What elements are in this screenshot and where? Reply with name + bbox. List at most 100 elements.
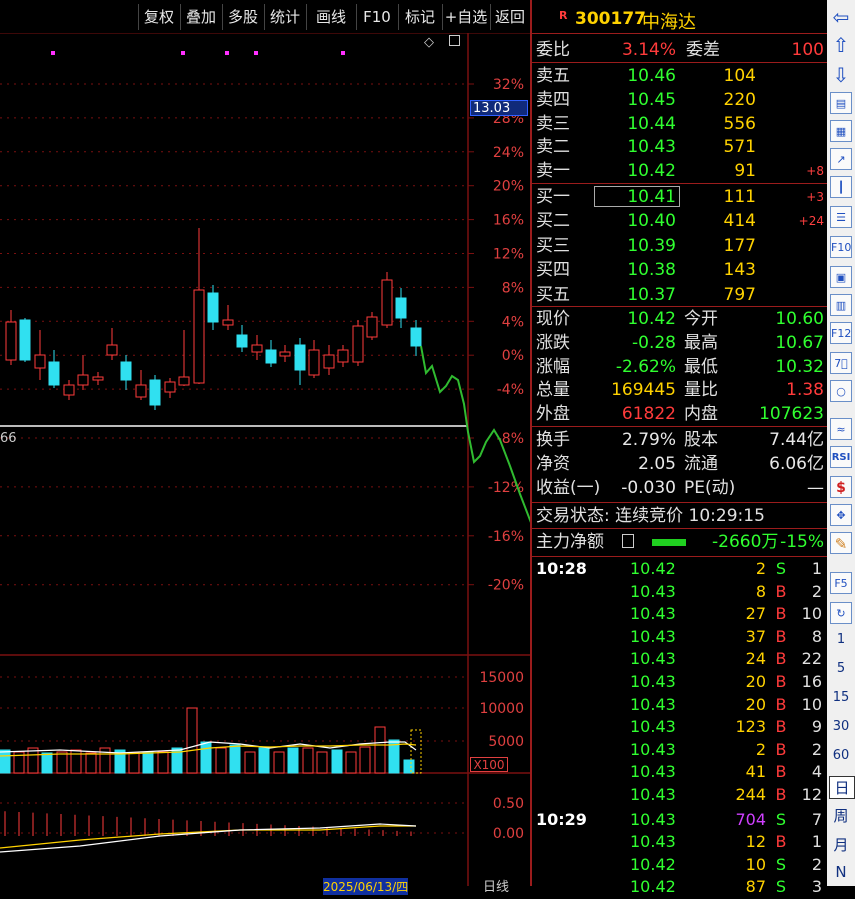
rsi-icon[interactable]: RSI bbox=[830, 446, 852, 468]
weicha-value: 100 bbox=[791, 40, 824, 60]
add-favorite-button[interactable]: +自选 bbox=[442, 4, 489, 30]
tick-count: 9 bbox=[811, 717, 822, 737]
tick-row: 10.43 41 B 4 bbox=[536, 761, 826, 784]
ask-row[interactable]: 卖四 10.45 220 bbox=[536, 88, 826, 112]
info-label: 换手 bbox=[536, 430, 570, 450]
arrow-up-icon[interactable]: ⇧ bbox=[830, 34, 852, 56]
r-badge: R bbox=[559, 9, 568, 22]
stat-label-2: 最高 bbox=[684, 332, 718, 353]
candle-icon[interactable]: ┃ bbox=[830, 176, 852, 198]
tick-count: 2 bbox=[811, 581, 822, 601]
tick-direction: B bbox=[775, 604, 787, 624]
bid-row[interactable]: 买二 10.40 414 +24 bbox=[536, 209, 826, 233]
dollar-icon[interactable]: $ bbox=[830, 476, 852, 498]
ask-row[interactable]: 卖五 10.46 104 bbox=[536, 64, 826, 88]
pencil-icon[interactable]: ✎ bbox=[830, 532, 852, 554]
candle-body bbox=[5, 321, 17, 361]
period-1[interactable]: 5 bbox=[827, 661, 855, 676]
bid-row-price: 10.37 bbox=[627, 284, 676, 305]
candle-body bbox=[265, 349, 277, 364]
news-icon[interactable]: ▣ bbox=[830, 266, 852, 288]
macd-axis-label: 0.50 bbox=[493, 796, 524, 812]
period-2[interactable]: 15 bbox=[827, 690, 855, 705]
axis-pct-label: 24% bbox=[493, 145, 524, 161]
stock-code: 300177 bbox=[575, 9, 646, 29]
bid-row[interactable]: 买五 10.37 797 bbox=[536, 283, 826, 307]
tick-row: 10.43 24 B 22 bbox=[536, 648, 826, 671]
bid-row[interactable]: 买一 10.41 111 +3 bbox=[536, 185, 826, 209]
f10-alt-icon[interactable]: 7⃝ bbox=[830, 352, 852, 374]
statistics-button[interactable]: 统计 bbox=[264, 4, 305, 30]
period-3[interactable]: 30 bbox=[827, 719, 855, 734]
period-5[interactable]: 日 bbox=[829, 776, 855, 799]
diamond-icon[interactable]: ◇ bbox=[424, 35, 434, 50]
mark-button[interactable]: 标记 bbox=[398, 4, 441, 30]
main-force-detail-icon[interactable] bbox=[622, 534, 634, 548]
bid-row-price: 10.41 bbox=[627, 187, 676, 207]
info-label-2: 流通 bbox=[684, 454, 718, 474]
tick-volume: 704 bbox=[735, 809, 766, 829]
bid-row-volume: 177 bbox=[723, 235, 756, 256]
ask-row[interactable]: 卖一 10.42 91 +8 bbox=[536, 159, 826, 183]
period-8[interactable]: N bbox=[827, 863, 855, 881]
candle-body bbox=[236, 334, 248, 348]
overlay-button[interactable]: 叠加 bbox=[180, 4, 221, 30]
tick-direction: S bbox=[775, 877, 787, 897]
book-icon[interactable]: ▥ bbox=[830, 294, 852, 316]
f10-button[interactable]: F10 bbox=[356, 4, 397, 30]
stat-value: 169445 bbox=[611, 380, 676, 401]
draw-line-button[interactable]: 画线 bbox=[306, 4, 355, 30]
ask-row[interactable]: 卖二 10.43 571 bbox=[536, 135, 826, 159]
tick-volume: 37 bbox=[745, 626, 766, 646]
info-label-2: PE(动) bbox=[684, 478, 736, 498]
period-6[interactable]: 周 bbox=[827, 805, 855, 826]
circle-icon[interactable]: ○ bbox=[830, 380, 852, 402]
quote-list-icon[interactable]: ▤ bbox=[830, 92, 852, 114]
fuquan-button[interactable]: 复权 bbox=[138, 4, 179, 30]
f12-icon[interactable]: F12 bbox=[830, 322, 852, 344]
candle-body bbox=[410, 327, 422, 347]
ask-row-price: 10.45 bbox=[627, 89, 676, 110]
candle-body bbox=[19, 319, 31, 361]
ask-row-price: 10.46 bbox=[627, 66, 676, 86]
multi-stock-button[interactable]: 多股 bbox=[222, 4, 263, 30]
refresh-icon[interactable]: ↻ bbox=[830, 602, 852, 624]
bid-row[interactable]: 买三 10.39 177 bbox=[536, 234, 826, 258]
period-4[interactable]: 60 bbox=[827, 748, 855, 763]
window-toggle-icon[interactable] bbox=[449, 35, 460, 46]
bid-row[interactable]: 买四 10.38 143 bbox=[536, 258, 826, 282]
ask-row-volume: 556 bbox=[723, 113, 756, 134]
info-row: 换手 2.79% 股本 7.44亿 bbox=[536, 428, 826, 452]
signal-marker bbox=[341, 51, 345, 55]
ask-row[interactable]: 卖三 10.44 556 bbox=[536, 112, 826, 136]
tick-direction: B bbox=[775, 672, 787, 691]
tick-count: 1 bbox=[811, 832, 822, 852]
bid-row-volume: 797 bbox=[723, 284, 756, 305]
bid-row-volume: 111 bbox=[723, 187, 756, 207]
candle-body bbox=[323, 354, 335, 369]
candle-body bbox=[106, 344, 118, 356]
period-0[interactable]: 1 bbox=[827, 632, 855, 647]
period-7[interactable]: 月 bbox=[827, 834, 855, 855]
volume-bar bbox=[359, 746, 371, 774]
weicha-label: 委差 bbox=[686, 40, 720, 60]
wave-icon[interactable]: ≈ bbox=[830, 418, 852, 440]
info-value: -0.030 bbox=[621, 478, 676, 498]
ask-row-volume: 220 bbox=[723, 89, 756, 110]
kline-chart[interactable]: 32%28%24%20%16%12%8%4%0%-4%-8%-12%-16%-2… bbox=[0, 0, 530, 886]
candle-body bbox=[395, 297, 407, 319]
stat-value: -2.62% bbox=[615, 356, 676, 377]
back-button[interactable]: 返回 bbox=[490, 4, 529, 30]
move-icon[interactable]: ✥ bbox=[830, 504, 852, 526]
line-chart-icon[interactable]: ↗ bbox=[830, 148, 852, 170]
bid-row-label: 买四 bbox=[536, 260, 570, 281]
stat-label: 涨跌 bbox=[536, 332, 570, 353]
stat-value-2: 107623 bbox=[759, 404, 824, 425]
grid-icon[interactable]: ▦ bbox=[830, 120, 852, 142]
table-icon[interactable]: ☰ bbox=[830, 206, 852, 228]
f10-icon[interactable]: F10 bbox=[830, 236, 852, 258]
f5-icon[interactable]: F5 bbox=[830, 572, 852, 594]
arrow-left-icon[interactable]: ⇦ bbox=[830, 6, 852, 28]
arrow-down-icon[interactable]: ⇩ bbox=[830, 64, 852, 86]
main-force-bar bbox=[652, 539, 686, 546]
